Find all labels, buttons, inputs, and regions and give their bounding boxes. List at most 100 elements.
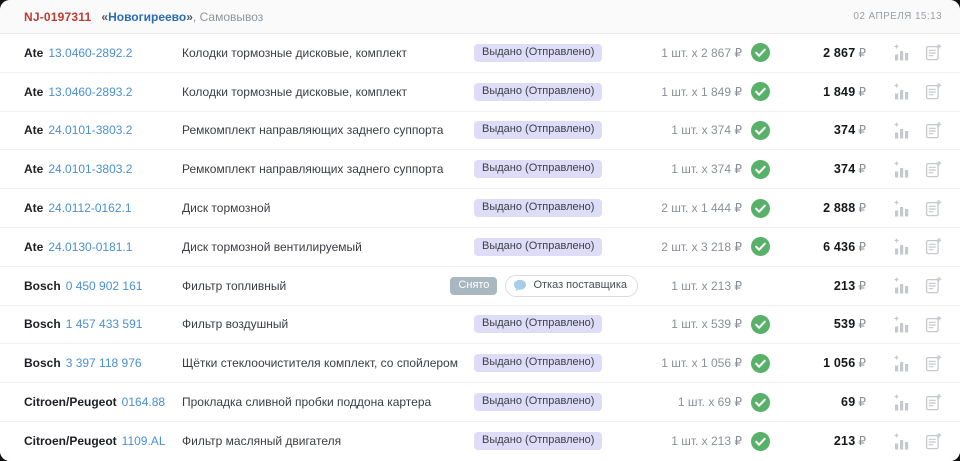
- price-stats-bar-chart-plus-icon[interactable]: [894, 355, 911, 372]
- row-actions: [872, 238, 942, 255]
- row-total-price: 69: [841, 395, 856, 410]
- status-badge: Выдано (Отправлено): [474, 199, 603, 218]
- quantity-price-label: 1 шт. x 374 ₽: [671, 162, 742, 177]
- add-to-document-plus-icon[interactable]: [925, 315, 942, 333]
- price-stats-bar-chart-plus-icon[interactable]: [894, 122, 911, 139]
- part-description: Фильтр масляный двигателя: [182, 434, 342, 449]
- price-stats-bar-chart-plus-icon[interactable]: [894, 316, 911, 333]
- warehouse-name[interactable]: Новогиреево: [108, 10, 186, 24]
- add-to-document-plus-icon[interactable]: [925, 354, 942, 372]
- status-badge: Выдано (Отправлено): [474, 315, 603, 334]
- status-cell: Выдано (Отправлено): [474, 121, 638, 140]
- row-total-price: 374: [833, 162, 856, 177]
- supplier-refusal-note[interactable]: Отказ поставщика: [505, 274, 638, 297]
- currency-sign: ₽: [858, 45, 866, 60]
- article-link[interactable]: 1109.AL: [122, 434, 166, 448]
- price-stats-bar-chart-plus-icon[interactable]: [894, 433, 911, 450]
- row-actions: [872, 83, 942, 100]
- row-total-price: 1 849: [823, 84, 856, 99]
- price-stats-bar-chart-plus-icon[interactable]: [894, 238, 911, 255]
- status-cell: Выдано (Отправлено): [474, 393, 638, 412]
- row-total-price: 213: [833, 434, 856, 449]
- add-to-document-plus-icon[interactable]: [925, 199, 942, 217]
- currency-sign: ₽: [858, 162, 866, 177]
- add-to-document-plus-icon[interactable]: [925, 277, 942, 294]
- status-badge: Выдано (Отправлено): [474, 393, 603, 412]
- article-link[interactable]: 0164.88: [122, 395, 165, 409]
- quantity-cell: 1 шт. x 374 ₽: [638, 159, 770, 179]
- warehouse-label: «Новогиреево», Самовывоз: [101, 10, 263, 24]
- price-stats-bar-chart-plus-icon[interactable]: [894, 83, 911, 100]
- currency-sign: ₽: [858, 84, 866, 99]
- note-label: Отказ поставщика: [533, 279, 627, 292]
- order-items-list: Ate 13.0460-2892.2 Колодки тормозные диск…: [0, 34, 960, 461]
- status-cell: Выдано (Отправлено): [474, 160, 638, 179]
- quote-close: »: [186, 9, 193, 24]
- article-link[interactable]: 13.0460-2892.2: [48, 46, 132, 60]
- brand-label: Ate: [24, 239, 44, 254]
- row-total-price: 6 436: [823, 239, 856, 254]
- table-row: Ate 24.0101-3803.2 Ремкомплект направляющ…: [0, 150, 960, 190]
- article-link[interactable]: 24.0101-3803.2: [48, 162, 132, 176]
- article-link[interactable]: 24.0130-0181.1: [48, 240, 132, 254]
- quantity-price-label: 1 шт. x 374 ₽: [671, 123, 742, 138]
- table-row: Ate 24.0112-0162.1 Диск тормозной Выдано …: [0, 189, 960, 228]
- price-cell: 1 849 ₽: [770, 85, 866, 99]
- article-link[interactable]: 3 397 118 976: [66, 356, 142, 370]
- price-stats-bar-chart-plus-icon[interactable]: [894, 200, 911, 217]
- article-link[interactable]: 24.0112-0162.1: [48, 201, 131, 215]
- add-to-document-plus-icon[interactable]: [925, 44, 942, 61]
- row-total-price: 1 056: [823, 356, 856, 371]
- price-cell: 2 867 ₽: [770, 46, 866, 60]
- status-badge: Выдано (Отправлено): [474, 82, 603, 101]
- article-link[interactable]: 24.0101-3803.2: [48, 123, 132, 137]
- currency-sign: ₽: [858, 201, 866, 216]
- price-cell: 6 436 ₽: [770, 240, 866, 254]
- price-stats-bar-chart-plus-icon[interactable]: [894, 44, 911, 61]
- status-badge: Выдано (Отправлено): [474, 43, 603, 62]
- add-to-document-plus-icon[interactable]: [925, 393, 942, 411]
- status-cell: Выдано (Отправлено): [474, 199, 638, 218]
- check-circle-icon: [751, 198, 770, 218]
- add-to-document-plus-icon[interactable]: [925, 83, 942, 100]
- add-to-document-plus-icon[interactable]: [925, 238, 942, 255]
- price-cell: 69 ₽: [770, 395, 866, 409]
- article-link[interactable]: 1 457 433 591: [66, 317, 143, 331]
- check-circle-icon: [751, 314, 770, 334]
- delivery-method: , Самовывоз: [192, 9, 264, 24]
- quantity-cell: 1 шт. x 69 ₽: [638, 392, 770, 412]
- row-actions: [872, 44, 942, 61]
- article-link[interactable]: 0 450 902 161: [66, 279, 143, 293]
- part-description: Колодки тормозные дисковые, комплект: [182, 45, 407, 60]
- row-actions: [872, 199, 942, 217]
- quantity-cell: 1 шт. x 1 849 ₽: [638, 82, 770, 102]
- article-link[interactable]: 13.0460-2893.2: [48, 85, 132, 99]
- price-stats-bar-chart-plus-icon[interactable]: [894, 394, 911, 411]
- price-stats-bar-chart-plus-icon[interactable]: [894, 161, 911, 178]
- quantity-price-label: 2 шт. x 3 218 ₽: [661, 239, 742, 254]
- comment-bubble-icon: [513, 279, 527, 292]
- currency-sign: ₽: [858, 239, 866, 254]
- row-total-price: 539: [833, 317, 856, 332]
- currency-sign: ₽: [858, 278, 866, 293]
- brand-label: Citroen/Peugeot: [24, 395, 117, 410]
- add-to-document-plus-icon[interactable]: [925, 121, 942, 139]
- quantity-price-label: 1 шт. x 1 849 ₽: [661, 84, 742, 99]
- table-row: Citroen/Peugeot 1109.AL Фильтр масляный д…: [0, 421, 960, 461]
- brand-label: Ate: [24, 162, 44, 177]
- add-to-document-plus-icon[interactable]: [925, 432, 942, 450]
- order-datetime: 02 АПРЕЛЯ 15:13: [853, 11, 942, 22]
- part-description: Диск тормозной: [182, 201, 271, 216]
- part-description: Фильтр воздушный: [182, 317, 289, 332]
- check-circle-icon: [751, 159, 770, 179]
- add-to-document-plus-icon[interactable]: [925, 160, 942, 178]
- check-circle-icon: [751, 353, 770, 373]
- price-cell: 213 ₽: [770, 434, 866, 448]
- brand-article-cell: Ate 24.0112-0162.1: [24, 201, 182, 215]
- order-id[interactable]: NJ-0197311: [24, 10, 91, 24]
- price-stats-bar-chart-plus-icon[interactable]: [894, 277, 911, 294]
- currency-sign: ₽: [858, 356, 866, 371]
- part-description: Диск тормозной вентилируемый: [182, 239, 362, 254]
- price-cell: 1 056 ₽: [770, 356, 866, 370]
- quantity-cell: 1 шт. x 1 056 ₽: [638, 353, 770, 373]
